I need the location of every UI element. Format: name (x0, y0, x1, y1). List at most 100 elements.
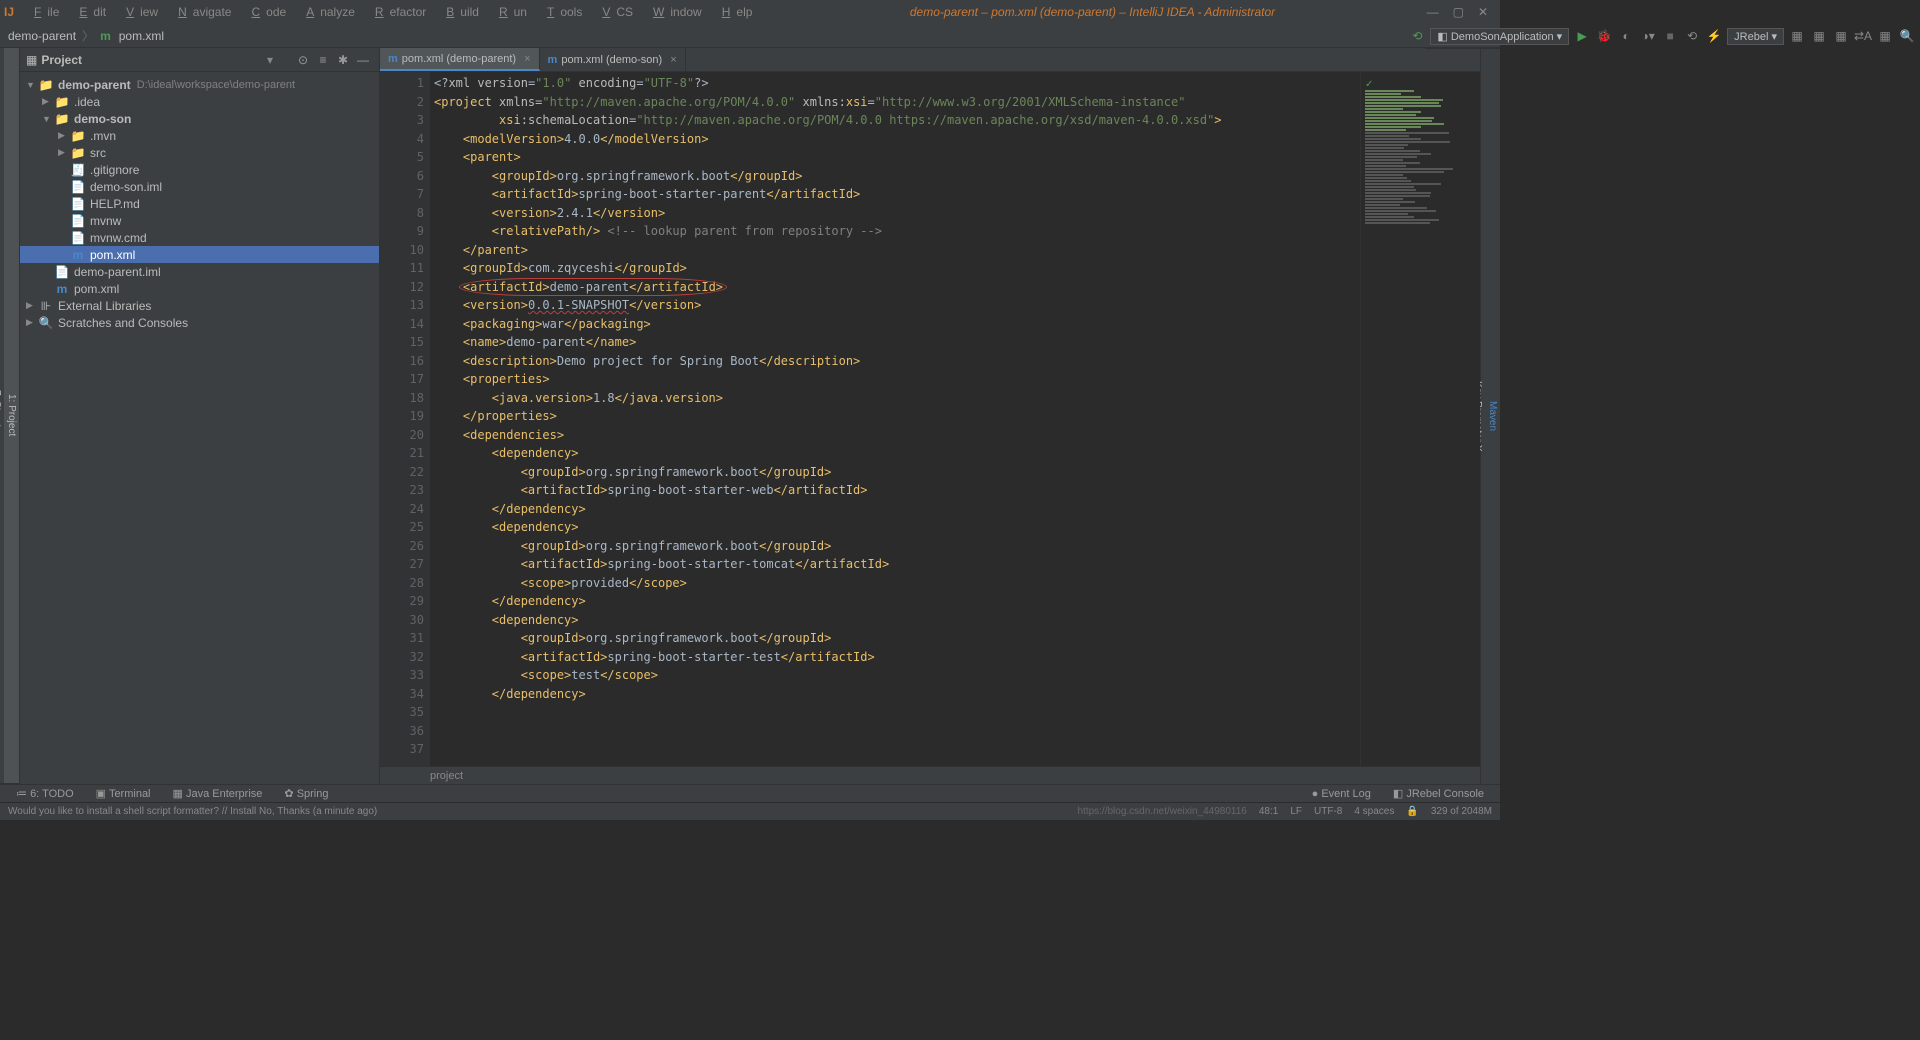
status-encoding[interactable]: UTF-8 (1314, 806, 1342, 817)
sync-icon[interactable]: ▦ (1876, 27, 1894, 45)
status-message[interactable]: Would you like to install a shell script… (8, 806, 377, 817)
build-icon[interactable]: ⟲ (1408, 27, 1426, 45)
menu-analyze[interactable]: Analyze (294, 3, 361, 21)
tool2-icon[interactable]: ▦ (1810, 27, 1828, 45)
tree-node[interactable]: 🧾.gitignore (20, 161, 379, 178)
maximize-icon[interactable]: ▢ (1453, 5, 1464, 19)
tool1-icon[interactable]: ▦ (1788, 27, 1806, 45)
menu-view[interactable]: View (114, 3, 164, 21)
run-icon[interactable]: ▶ (1573, 27, 1591, 45)
attach-icon[interactable]: ⟲ (1683, 27, 1701, 45)
code-content[interactable]: <?xml version="1.0" encoding="UTF-8"?><p… (430, 72, 1360, 766)
menu-tools[interactable]: Tools (535, 3, 588, 21)
maven-icon: m (100, 29, 111, 43)
status-bar: Would you like to install a shell script… (0, 802, 1500, 820)
lock-icon[interactable]: 🔒 (1406, 806, 1418, 817)
lightning-icon[interactable]: ⚡ (1705, 27, 1723, 45)
line-gutter: 1234567891011121314151617181920212223242… (380, 72, 430, 766)
tool-tab-javaee[interactable]: ▦ Java Enterprise (163, 787, 273, 800)
stop-icon[interactable]: ■ (1661, 27, 1679, 45)
run-config-dropdown[interactable]: ◧ DemoSonApplication ▾ (1430, 28, 1569, 45)
project-title[interactable]: Project (41, 53, 267, 67)
tree-node[interactable]: ▶⊪External Libraries (20, 297, 379, 314)
tool-tab-eventlog[interactable]: ● Event Log (1302, 788, 1381, 800)
editor-tab[interactable]: m pom.xml (demo-parent) × (380, 48, 540, 71)
jrebel-dropdown[interactable]: JRebel ▾ (1727, 28, 1784, 45)
status-position[interactable]: 48:1 (1259, 806, 1278, 817)
menu-code[interactable]: Code (239, 3, 292, 21)
breadcrumb-file[interactable]: pom.xml (119, 29, 164, 43)
menu-navigate[interactable]: Navigate (166, 3, 237, 21)
app-icon: IJ (4, 5, 14, 19)
tree-node[interactable]: ▼📁demo-parentD:\ideal\workspace\demo-par… (20, 76, 379, 93)
coverage-icon[interactable]: ◐ (1617, 27, 1635, 45)
tree-node[interactable]: mpom.xml (20, 280, 379, 297)
tool-tab-jrebelconsole[interactable]: ◧ JRebel Console (1383, 787, 1494, 800)
minimap[interactable]: ✓ (1360, 72, 1480, 766)
menu-file[interactable]: File (22, 3, 65, 21)
editor-tabs: m pom.xml (demo-parent) ×m pom.xml (demo… (380, 48, 1480, 72)
menu-edit[interactable]: Edit (67, 3, 112, 21)
hide-icon[interactable]: — (353, 53, 373, 67)
project-header: ▦ Project ▾ ⊙ ≡ ✱ — (20, 48, 379, 72)
tool-tab-spring[interactable]: ✿ Spring (274, 787, 338, 800)
tree-node[interactable]: ▶🔍Scratches and Consoles (20, 314, 379, 331)
run-toolbar: ⟲ ◧ DemoSonApplication ▾ ▶ 🐞 ◐ ◑▾ ■ ⟲ ⚡ … (1408, 24, 1916, 48)
tool-tab-terminal[interactable]: ▣ Terminal (86, 787, 161, 800)
editor[interactable]: 1234567891011121314151617181920212223242… (380, 72, 1480, 766)
tab-close-icon[interactable]: × (524, 53, 530, 65)
project-dropdown-icon[interactable]: ▾ (267, 53, 273, 67)
tree-node[interactable]: 📄mvnw (20, 212, 379, 229)
left-tool-stripe: 1: Project 7: Structure 2: Favorites JRe… (0, 48, 20, 784)
main-menu: FileEditViewNavigateCodeAnalyzeRefactorB… (22, 3, 758, 21)
window-controls: — ▢ ✕ (1427, 5, 1496, 19)
tool-tab-maven[interactable]: Maven (1485, 48, 1500, 784)
titlebar: IJ FileEditViewNavigateCodeAnalyzeRefact… (0, 0, 1500, 24)
project-tool-window: ▦ Project ▾ ⊙ ≡ ✱ — ▼📁demo-parentD:\idea… (20, 48, 380, 784)
menu-vcs[interactable]: VCS (590, 3, 639, 21)
project-tree[interactable]: ▼📁demo-parentD:\ideal\workspace\demo-par… (20, 72, 379, 784)
tool-tab-todo[interactable]: ≔ 6: TODO (6, 787, 84, 800)
bottom-tool-stripe: ≔ 6: TODO ▣ Terminal ▦ Java Enterprise ✿… (0, 784, 1500, 802)
menu-build[interactable]: Build (434, 3, 485, 21)
status-lineending[interactable]: LF (1290, 806, 1302, 817)
navigation-bar: demo-parent 〉 m pom.xml ⟲ ◧ DemoSonAppli… (0, 24, 1500, 48)
status-indent[interactable]: 4 spaces (1354, 806, 1394, 817)
close-icon[interactable]: ✕ (1478, 5, 1488, 19)
right-tool-stripe: Maven Key Promoter X Ant Database Word B… (1480, 48, 1500, 784)
tab-close-icon[interactable]: × (670, 54, 676, 66)
tree-node[interactable]: ▶📁.mvn (20, 127, 379, 144)
minimize-icon[interactable]: — (1427, 5, 1439, 19)
menu-refactor[interactable]: Refactor (363, 3, 432, 21)
tool3-icon[interactable]: ▦ (1832, 27, 1850, 45)
tree-node[interactable]: ▶📁src (20, 144, 379, 161)
breadcrumb-sep: 〉 (82, 27, 94, 44)
window-title: demo-parent – pom.xml (demo-parent) – In… (758, 5, 1426, 19)
translate-icon[interactable]: ⇄A (1854, 27, 1872, 45)
editor-breadcrumb[interactable]: project (380, 766, 1480, 784)
tool-tab-project[interactable]: 1: Project (4, 48, 19, 784)
profile-icon[interactable]: ◑▾ (1639, 27, 1657, 45)
breadcrumb-root[interactable]: demo-parent (8, 29, 76, 43)
tree-node[interactable]: 📄demo-parent.iml (20, 263, 379, 280)
expand-icon[interactable]: ≡ (313, 53, 333, 67)
tree-node[interactable]: ▶📁.idea (20, 93, 379, 110)
menu-help[interactable]: Help (710, 3, 759, 21)
search-icon[interactable]: 🔍 (1898, 27, 1916, 45)
locate-icon[interactable]: ⊙ (293, 53, 313, 67)
menu-run[interactable]: Run (487, 3, 533, 21)
status-memory[interactable]: 329 of 2048M (1431, 806, 1492, 817)
tree-node[interactable]: ▼📁demo-son (20, 110, 379, 127)
tool-tab-structure[interactable]: 7: Structure (0, 48, 4, 784)
inspection-ok-icon: ✓ (1365, 79, 1373, 90)
tree-node[interactable]: 📄demo-son.iml (20, 178, 379, 195)
tree-node[interactable]: 📄mvnw.cmd (20, 229, 379, 246)
menu-window[interactable]: Window (641, 3, 708, 21)
tree-node[interactable]: mpom.xml (20, 246, 379, 263)
watermark-text: https://blog.csdn.net/weixin_44980116 (1077, 806, 1246, 817)
editor-area: m pom.xml (demo-parent) ×m pom.xml (demo… (380, 48, 1480, 784)
editor-tab[interactable]: m pom.xml (demo-son) × (540, 48, 686, 71)
settings-icon[interactable]: ✱ (333, 53, 353, 67)
tree-node[interactable]: 📄HELP.md (20, 195, 379, 212)
debug-icon[interactable]: 🐞 (1595, 27, 1613, 45)
